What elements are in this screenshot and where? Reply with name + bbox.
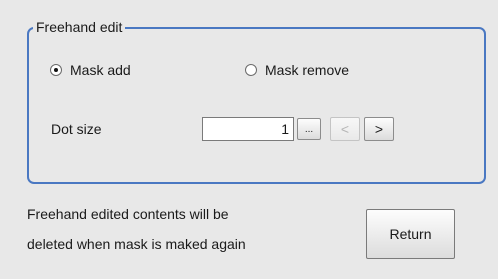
mask-add-radio[interactable]: Mask add (50, 62, 131, 78)
radio-unchecked-icon (245, 64, 257, 76)
dot-size-increase-button[interactable]: > (364, 117, 394, 141)
notice-line-2: deleted when mask is maked again (27, 236, 246, 252)
dot-size-more-button[interactable]: ... (297, 118, 321, 140)
group-title: Freehand edit (33, 19, 126, 35)
dot-size-field[interactable]: 1 (202, 117, 294, 141)
mask-remove-label: Mask remove (265, 62, 350, 78)
mask-add-label: Mask add (70, 62, 131, 78)
freehand-edit-group (27, 27, 486, 184)
dot-size-decrease-button[interactable]: < (330, 117, 360, 141)
return-button[interactable]: Return (366, 209, 455, 259)
notice-line-1: Freehand edited contents will be (27, 206, 229, 222)
radio-checked-icon (50, 64, 62, 76)
mask-remove-radio[interactable]: Mask remove (245, 62, 349, 78)
dot-size-label: Dot size (51, 121, 102, 137)
